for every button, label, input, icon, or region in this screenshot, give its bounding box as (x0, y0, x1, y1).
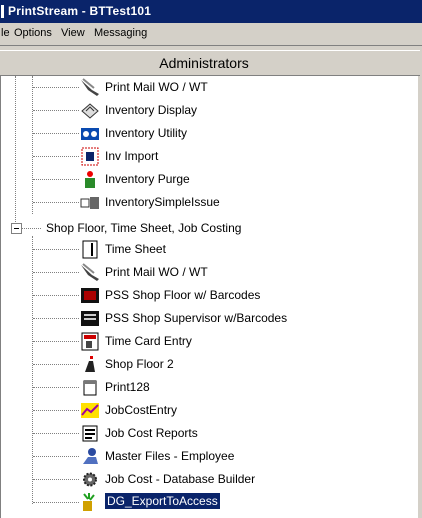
tree-item-label: Inventory Utility (105, 126, 188, 140)
tree-item-label: Print Mail WO / WT (105, 80, 208, 94)
tree-group-shop-floor[interactable]: Shop Floor, Time Sheet, Job Costing (1, 217, 419, 240)
tree-item-job-cost-reports[interactable]: Job Cost Reports (1, 422, 419, 445)
window-edge (418, 76, 422, 518)
tree-item-job-cost-entry[interactable]: JobCostEntry (1, 399, 419, 422)
tree-item-label: Shop Floor 2 (105, 357, 174, 371)
app-icon (1, 5, 4, 18)
menu-options[interactable]: Options (14, 27, 52, 39)
tree-item-print128[interactable]: Print128 (1, 376, 419, 399)
tree-item-inv-import[interactable]: Inv Import (1, 145, 419, 168)
tree-item-label: Inv Import (105, 149, 159, 163)
tree-item-label: DG_ExportToAccess (105, 493, 220, 509)
tree-item-label: Inventory Purge (105, 172, 190, 186)
shop-floor-icon (85, 356, 95, 372)
tree-item-label: PSS Shop Floor w/ Barcodes (105, 288, 261, 302)
tree-item-shop-floor-2[interactable]: Shop Floor 2 (1, 353, 419, 376)
title-bar: PrintStream - BTTest101 (0, 0, 422, 23)
gear-icon (83, 472, 97, 487)
document-icon (82, 240, 98, 259)
panel-header: Administrators (0, 50, 420, 76)
monitor-icon (81, 288, 99, 303)
tree-item-label: JobCostEntry (105, 403, 178, 417)
tree-item-label: Print128 (105, 380, 150, 394)
tree-item-job-cost-database-builder[interactable]: Job Cost - Database Builder (1, 468, 419, 491)
tree-item-inventory-purge[interactable]: Inventory Purge (1, 168, 419, 191)
window-title: PrintStream - BTTest101 (8, 4, 152, 18)
tree-item-time-card-entry[interactable]: Time Card Entry (1, 330, 419, 353)
monitor-icon (81, 311, 99, 326)
menu-bar: le Options View Messaging (0, 23, 422, 46)
tree-item-label: Print Mail WO / WT (105, 265, 208, 279)
export-icon (83, 493, 95, 511)
utility-icon (81, 128, 99, 140)
tree-item-pss-shop-supervisor[interactable]: PSS Shop Supervisor w/Barcodes (1, 307, 419, 330)
tree-group-label: Shop Floor, Time Sheet, Job Costing (46, 221, 242, 235)
chart-icon (81, 403, 99, 418)
time-card-icon (81, 332, 99, 351)
menu-view[interactable]: View (61, 27, 85, 39)
tree-item-inventory-display[interactable]: Inventory Display (1, 99, 419, 122)
purge-icon (85, 171, 95, 188)
import-icon (81, 147, 99, 166)
page-icon (83, 380, 97, 396)
tree-item-inventory-simple-issue[interactable]: InventorySimpleIssue (1, 191, 419, 214)
tree-item-print-mail[interactable]: Print Mail WO / WT (1, 76, 419, 99)
tree-item-pss-shop-floor[interactable]: PSS Shop Floor w/ Barcodes (1, 284, 419, 307)
tree-item-label: InventorySimpleIssue (105, 195, 220, 209)
tree-item-master-files-employee[interactable]: Master Files - Employee (1, 445, 419, 468)
tree-item-label: Time Card Entry (105, 334, 192, 348)
collapse-icon[interactable] (11, 223, 22, 234)
tree-item-print-mail-2[interactable]: Print Mail WO / WT (1, 261, 419, 284)
menu-file[interactable]: le (1, 27, 10, 39)
tree-view[interactable]: Print Mail WO / WT Inventory Display Inv… (0, 76, 420, 518)
boxes-icon (81, 103, 99, 119)
employee-icon (83, 448, 98, 464)
panel-title: Administrators (159, 55, 249, 71)
tree-item-label: Master Files - Employee (105, 449, 235, 463)
tree-item-label: Job Cost - Database Builder (105, 472, 256, 486)
tree-item-label: Inventory Display (105, 103, 198, 117)
tree-item-inventory-utility[interactable]: Inventory Utility (1, 122, 419, 145)
tree-item-label: PSS Shop Supervisor w/Barcodes (105, 311, 288, 325)
tree-item-label: Job Cost Reports (105, 426, 198, 440)
mail-printer-icon (81, 263, 99, 281)
tree-item-dg-export-to-access[interactable]: DG_ExportToAccess (1, 491, 419, 514)
tree-item-time-sheet[interactable]: Time Sheet (1, 238, 419, 261)
tree-item-label: Time Sheet (105, 242, 166, 256)
issue-icon (80, 197, 99, 209)
mail-printer-icon (81, 78, 99, 96)
menu-messaging[interactable]: Messaging (94, 27, 147, 39)
report-icon (82, 425, 98, 442)
